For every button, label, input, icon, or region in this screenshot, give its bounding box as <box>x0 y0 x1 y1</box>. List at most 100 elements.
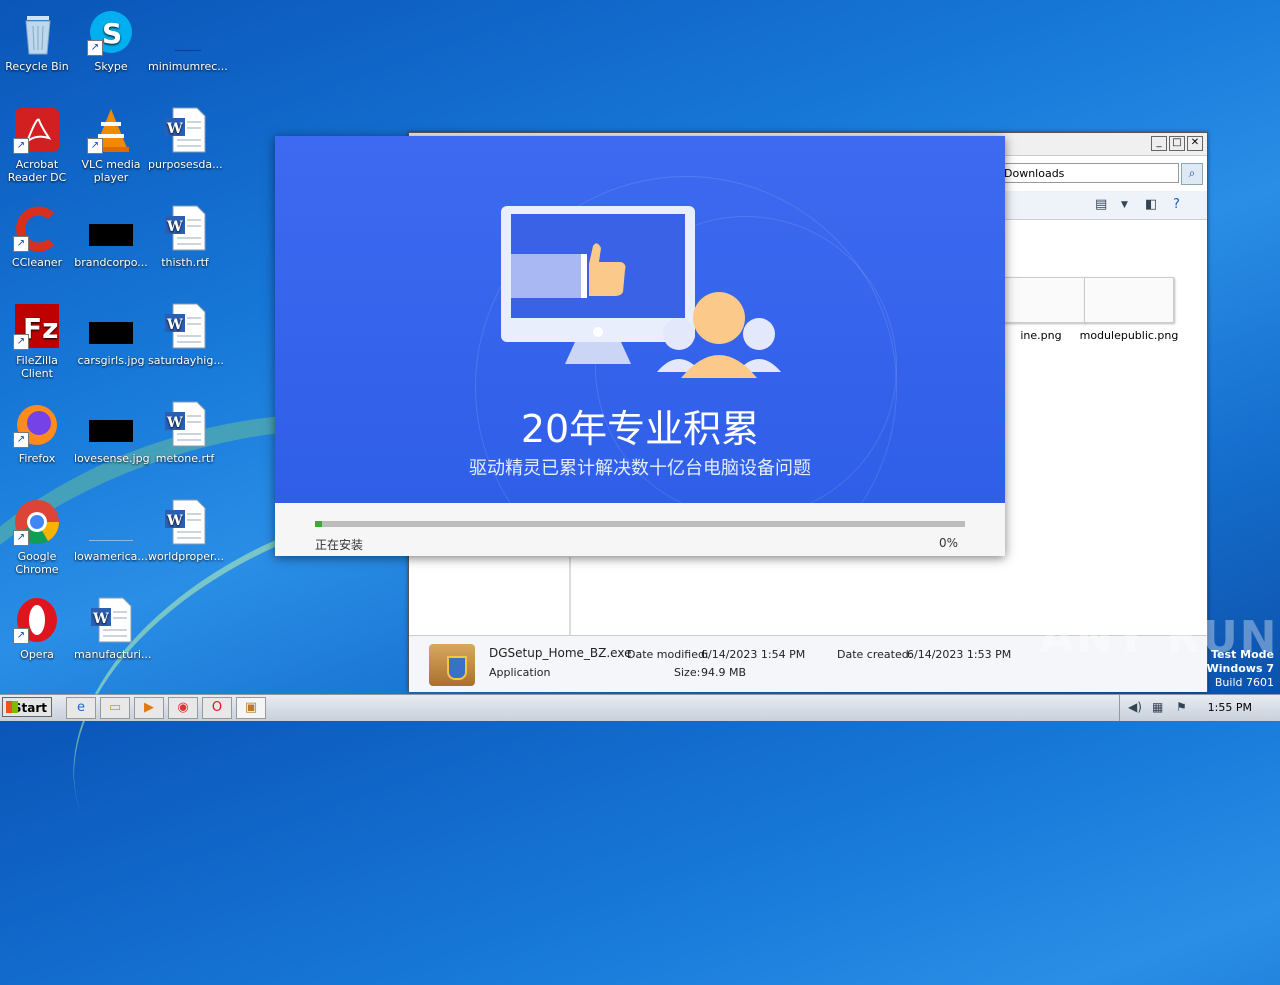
skype-icon: S ↗ <box>87 8 135 56</box>
image-file-icon <box>87 400 135 448</box>
word-doc-icon: W <box>161 302 209 350</box>
desktop-icon-metone[interactable]: W metone.rtf <box>148 400 222 465</box>
installer-headline: 20年专业积累 <box>520 407 760 451</box>
word-doc-icon: W <box>161 204 209 252</box>
preview-pane-icon[interactable]: ◧ <box>1145 197 1157 212</box>
desktop-icon-opera[interactable]: ↗ Opera <box>0 596 74 661</box>
svg-text:S: S <box>102 17 122 50</box>
acrobat-icon: ↗ <box>13 106 61 154</box>
details-created-value: 6/14/2023 1:53 PM <box>907 648 1012 661</box>
desktop-icon-chrome[interactable]: ↗ Google Chrome <box>0 498 74 576</box>
chevron-down-icon[interactable]: ▼ <box>1121 200 1128 210</box>
shortcut-arrow-icon: ↗ <box>87 138 103 154</box>
installer-window: 20年专业积累 驱动精灵已累计解决数十亿台电脑设备问题 正在安装 0% <box>275 136 1005 556</box>
install-progress-fill <box>315 521 322 527</box>
shortcut-arrow-icon: ↗ <box>13 138 29 154</box>
ie-icon[interactable]: e <box>66 697 96 719</box>
desktop-icon-brandcorpo[interactable]: brandcorpo... <box>74 204 148 269</box>
installer-taskbar-button[interactable]: ▣ <box>236 697 266 719</box>
desktop-icon-skype[interactable]: S ↗ Skype <box>74 8 148 73</box>
word-doc-icon: W <box>87 596 135 644</box>
file-name: modulepublic.png <box>1079 329 1179 342</box>
chrome-icon: ↗ <box>13 498 61 546</box>
desktop-icon-firefox[interactable]: ↗ Firefox <box>0 400 74 465</box>
desktop-icon-vlc[interactable]: ↗ VLC media player <box>74 106 148 184</box>
details-modified-label: Date modified: <box>627 648 709 661</box>
window-controls: _ □ ✕ <box>1151 136 1203 151</box>
shortcut-arrow-icon: ↗ <box>13 628 29 644</box>
details-filetype: Application <box>489 666 551 679</box>
file-item[interactable]: ine.png <box>991 277 1091 342</box>
desktop-icon-label: Recycle Bin <box>5 60 69 73</box>
search-icon[interactable]: ⌕ <box>1181 163 1203 185</box>
svg-text:W: W <box>166 219 183 235</box>
desktop-icon-label: manufacturi... <box>74 648 152 661</box>
flag-icon[interactable]: ⚑ <box>1176 700 1187 714</box>
details-size-label: Size: <box>674 666 701 679</box>
folder-icon[interactable]: ▭ <box>100 697 130 719</box>
desktop-icon-ccleaner[interactable]: ↗ CCleaner <box>0 204 74 269</box>
test-mode-notice: Test Mode Windows 7 Build 7601 <box>1207 648 1274 690</box>
ccleaner-icon: ↗ <box>13 204 61 252</box>
desktop-icon-recycle-bin[interactable]: Recycle Bin <box>0 8 74 73</box>
test-mode-line: Test Mode <box>1211 648 1274 661</box>
view-icon[interactable]: ▤ <box>1095 197 1107 212</box>
network-icon[interactable]: ▦ <box>1152 700 1163 714</box>
image-file-icon <box>87 204 135 252</box>
clock[interactable]: 1:55 PM <box>1208 701 1252 714</box>
installer-banner: 20年专业积累 驱动精灵已累计解决数十亿台电脑设备问题 <box>275 136 1005 503</box>
details-size-value: 94.9 MB <box>701 666 747 679</box>
desktop-icon-lovesense[interactable]: lovesense.jpg <box>74 400 150 465</box>
help-icon[interactable]: ? <box>1173 197 1180 212</box>
taskbar: Start e ▭ ▶ ◉ O ▣ ◀) ▦ ⚑ 1:55 PM <box>0 694 1280 721</box>
desktop-icon-thisth[interactable]: W thisth.rtf <box>148 204 222 269</box>
desktop-icon-filezilla[interactable]: Fz ↗ FileZilla Client <box>0 302 74 380</box>
word-doc-icon: W <box>161 498 209 546</box>
volume-icon[interactable]: ◀) <box>1128 700 1142 714</box>
desktop-icon-acrobat[interactable]: ↗ Acrobat Reader DC <box>0 106 74 184</box>
desktop-icon-label: Firefox <box>18 452 56 465</box>
start-button[interactable]: Start <box>2 697 52 717</box>
svg-text:W: W <box>166 317 183 333</box>
installer-package-icon <box>429 644 475 686</box>
desktop-icon-label: Skype <box>94 60 128 73</box>
desktop-icon-saturdayhig[interactable]: W saturdayhig... <box>148 302 224 367</box>
minimize-button[interactable]: _ <box>1151 136 1167 151</box>
vlc-icon: ↗ <box>87 106 135 154</box>
desktop-icon-minimumrec[interactable]: minimumrec... <box>148 8 228 73</box>
image-file-icon <box>161 8 209 56</box>
desktop-icon-label: saturdayhig... <box>148 354 224 367</box>
file-thumbnail <box>1084 277 1174 323</box>
chrome-icon[interactable]: ◉ <box>168 697 198 719</box>
desktop-icon-label: purposesda... <box>148 158 223 171</box>
address-bar[interactable]: Downloads <box>999 163 1179 183</box>
shortcut-arrow-icon: ↗ <box>13 432 29 448</box>
desktop-icon-lowamerica[interactable]: lowamerica.... <box>74 498 151 563</box>
shortcut-arrow-icon: ↗ <box>13 334 29 350</box>
desktop-icon-purposesda[interactable]: W purposesda... <box>148 106 223 171</box>
svg-text:W: W <box>92 611 109 627</box>
system-tray: ◀) ▦ ⚑ 1:55 PM <box>1119 695 1280 721</box>
details-filename: DGSetup_Home_BZ.exe <box>489 646 632 660</box>
desktop-icon-label: minimumrec... <box>148 60 228 73</box>
shortcut-arrow-icon: ↗ <box>87 40 103 56</box>
maximize-button[interactable]: □ <box>1169 136 1185 151</box>
windows-logo-icon <box>6 701 18 713</box>
image-file-icon <box>87 302 135 350</box>
svg-text:W: W <box>166 121 183 137</box>
image-file-icon <box>87 498 135 546</box>
desktop-icon-label: VLC media player <box>81 158 141 184</box>
desktop-icon-label: carsgirls.jpg <box>77 354 145 367</box>
desktop-icon-manufacturi[interactable]: W manufacturi... <box>74 596 152 661</box>
file-item[interactable]: modulepublic.png <box>1079 277 1179 342</box>
file-name: ine.png <box>1020 329 1062 342</box>
desktop-icon-worldproper[interactable]: W worldproper... <box>148 498 224 563</box>
opera-icon[interactable]: O <box>202 697 232 719</box>
media-player-icon[interactable]: ▶ <box>134 697 164 719</box>
desktop-icon-carsgirls[interactable]: carsgirls.jpg <box>74 302 148 367</box>
desktop-icon-label: CCleaner <box>11 256 63 269</box>
desktop-icon-label: Acrobat Reader DC <box>7 158 67 184</box>
install-percent: 0% <box>938 536 958 550</box>
desktop-icon-label: brandcorpo... <box>74 256 148 269</box>
close-button[interactable]: ✕ <box>1187 136 1203 151</box>
